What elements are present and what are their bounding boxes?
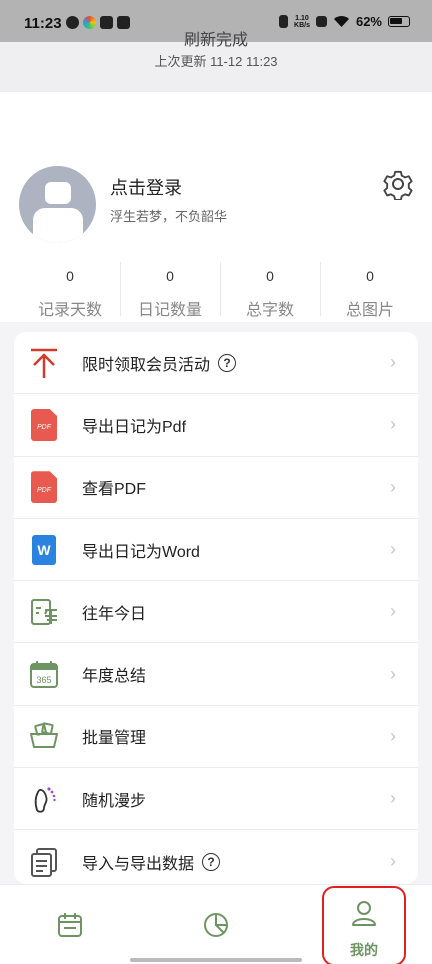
stat-label: 总图片 bbox=[345, 302, 394, 319]
refresh-subtitle: 上次更新 11-12 11:23 bbox=[154, 54, 278, 69]
stat-value: 0 bbox=[266, 268, 274, 284]
stat-value: 0 bbox=[166, 268, 174, 284]
nav-stats-button[interactable] bbox=[198, 907, 234, 943]
stat-value: 0 bbox=[66, 268, 74, 284]
menu-list: 限时领取会员活动 ? › PDF 导出日记为Pdf › PDF 查看PDF › … bbox=[14, 332, 418, 884]
speed-value: 1.10 bbox=[295, 14, 309, 22]
menu-item-label: 限时领取会员活动 ? bbox=[82, 351, 237, 375]
menu-item-import-export[interactable]: 导入与导出数据 ? › bbox=[14, 830, 418, 884]
word-icon: W bbox=[29, 534, 59, 565]
chevron-right-icon: › bbox=[390, 414, 396, 435]
person-icon bbox=[352, 901, 376, 926]
calendar-year-icon bbox=[29, 597, 59, 627]
chevron-right-icon: › bbox=[390, 725, 396, 746]
menu-item-text: 限时领取会员活动 bbox=[82, 356, 211, 374]
nav-me-label: 我的 bbox=[350, 942, 378, 958]
arrow-up-icon bbox=[29, 348, 59, 378]
stat-label: 日记数量 bbox=[137, 302, 202, 319]
menu-item-on-this-day[interactable]: 往年今日 › bbox=[14, 581, 418, 644]
basket-icon bbox=[29, 721, 59, 751]
calendar-list-icon bbox=[58, 913, 82, 937]
stat-value: 0 bbox=[366, 268, 374, 284]
help-icon[interactable]: ? bbox=[202, 852, 221, 871]
stat-label: 总字数 bbox=[245, 302, 294, 319]
avatar-body-shape bbox=[33, 208, 83, 243]
pie-chart-icon bbox=[204, 913, 228, 937]
menu-item-export-word[interactable]: W 导出日记为Word › bbox=[14, 519, 418, 582]
menu-item-annual-summary[interactable]: 365 年度总结 › bbox=[14, 643, 418, 706]
profile-motto: 浮生若梦，不负韶华 bbox=[110, 209, 228, 224]
menu-item-label: 导出日记为Pdf bbox=[82, 418, 187, 436]
help-icon[interactable]: ? bbox=[218, 353, 237, 372]
menu-item-view-pdf[interactable]: PDF 查看PDF › bbox=[14, 457, 418, 519]
nav-me-button[interactable]: 我的 bbox=[322, 886, 406, 964]
stat-image-count: 0 总图片 bbox=[320, 258, 420, 320]
footprint-icon bbox=[29, 784, 59, 814]
nav-diary-button[interactable] bbox=[52, 907, 88, 943]
calendar-365-icon: 365 bbox=[29, 659, 59, 689]
menu-item-label: 查看PDF bbox=[82, 481, 147, 499]
stat-record-days: 0 记录天数 bbox=[20, 258, 120, 320]
menu-item-label: 随机漫步 bbox=[82, 792, 147, 810]
pdf-icon: PDF bbox=[29, 471, 59, 504]
pdf-glyph: PDF bbox=[31, 471, 57, 504]
stat-diary-count: 0 日记数量 bbox=[120, 258, 220, 320]
avatar[interactable] bbox=[19, 166, 96, 243]
home-indicator[interactable] bbox=[130, 958, 302, 962]
menu-item-export-pdf[interactable]: PDF 导出日记为Pdf › bbox=[14, 394, 418, 457]
menu-item-label: 批量管理 bbox=[82, 730, 147, 748]
refresh-title: 刷新完成 bbox=[183, 32, 248, 49]
menu-item-member-promo[interactable]: 限时领取会员活动 ? › bbox=[14, 332, 418, 395]
stat-label: 记录天数 bbox=[37, 302, 102, 319]
chevron-right-icon: › bbox=[390, 601, 396, 622]
settings-gear-icon[interactable] bbox=[382, 168, 414, 200]
word-glyph: W bbox=[32, 534, 56, 565]
svg-text:365: 365 bbox=[36, 675, 51, 685]
chevron-right-icon: › bbox=[390, 663, 396, 684]
stats-bar: 0 记录天数 0 日记数量 0 总字数 0 总图片 bbox=[20, 258, 420, 320]
menu-item-batch-manage[interactable]: 批量管理 › bbox=[14, 706, 418, 769]
menu-item-label: 导出日记为Word bbox=[82, 543, 200, 561]
chevron-right-icon: › bbox=[390, 352, 396, 373]
pdf-icon: PDF bbox=[29, 408, 59, 441]
chevron-right-icon: › bbox=[390, 788, 396, 809]
menu-item-text: 导入与导出数据 bbox=[82, 855, 195, 873]
login-link[interactable]: 点击登录 bbox=[110, 174, 182, 200]
menu-item-random-walk[interactable]: 随机漫步 › bbox=[14, 768, 418, 831]
stat-word-count: 0 总字数 bbox=[220, 258, 320, 320]
menu-item-label: 导入与导出数据 ? bbox=[82, 850, 221, 874]
pdf-glyph: PDF bbox=[31, 408, 57, 441]
chevron-right-icon: › bbox=[390, 476, 396, 497]
documents-icon bbox=[29, 847, 59, 877]
chevron-right-icon: › bbox=[390, 851, 396, 872]
menu-item-label: 往年今日 bbox=[82, 605, 147, 623]
avatar-head-shape bbox=[45, 182, 71, 204]
chevron-right-icon: › bbox=[390, 539, 396, 560]
menu-item-label: 年度总结 bbox=[82, 668, 147, 686]
